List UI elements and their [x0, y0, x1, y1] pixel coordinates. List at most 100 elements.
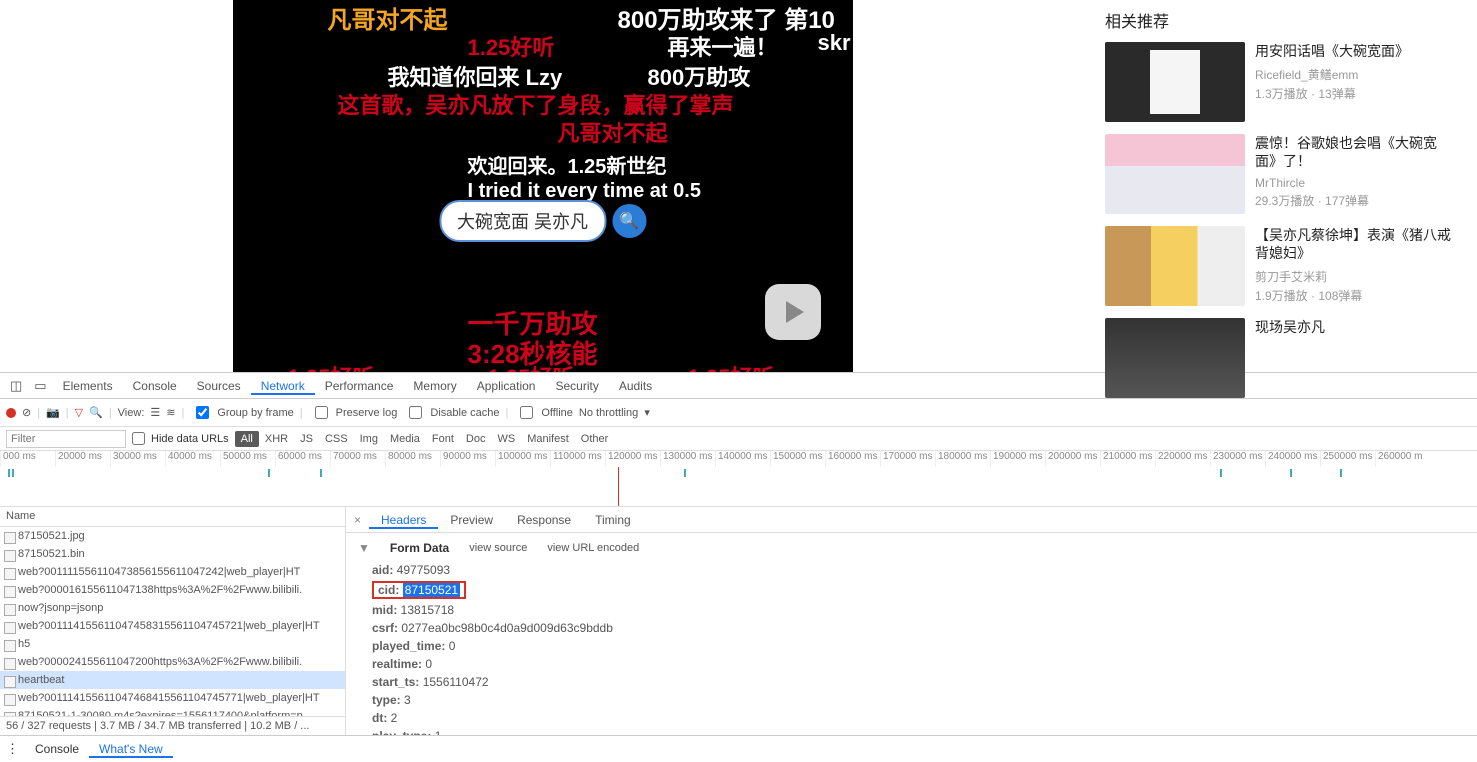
form-data-row-aid: aid: 49775093 [358, 561, 1465, 579]
offline-checkbox[interactable] [520, 406, 533, 419]
request-item[interactable]: now?jsonp=jsonp [0, 599, 345, 617]
view-url-encoded-link[interactable]: view URL encoded [547, 542, 639, 554]
rec-uploader: Ricefield_黄鳝emm [1255, 66, 1457, 83]
filter-type-js[interactable]: JS [294, 431, 319, 447]
danmaku-text: 1.25好听 [688, 360, 775, 372]
timeline-tick: 50000 ms [220, 451, 275, 467]
detail-tab-timing[interactable]: Timing [583, 513, 643, 527]
filter-type-doc[interactable]: Doc [460, 431, 492, 447]
devtools-tab-elements[interactable]: Elements [53, 379, 123, 393]
rec-thumbnail [1105, 42, 1245, 122]
collapse-icon[interactable]: ▼ [358, 541, 370, 555]
request-item[interactable]: 87150521-1-30080.m4s?expires=1556117400&… [0, 707, 345, 716]
request-item[interactable]: web?001114155611047458315561104745721|we… [0, 617, 345, 635]
devtools-tabs: ◫ ▭ ElementsConsoleSourcesNetworkPerform… [0, 373, 1477, 399]
devtools-tab-memory[interactable]: Memory [403, 379, 466, 393]
filter-type-font[interactable]: Font [426, 431, 460, 447]
drawer-menu-icon[interactable]: ⋮ [0, 741, 25, 757]
devtools-tab-application[interactable]: Application [467, 379, 546, 393]
request-item[interactable]: web?000016155611047138https%3A%2F%2Fwww.… [0, 581, 345, 599]
devtools-tab-console[interactable]: Console [123, 379, 187, 393]
timeline-tick: 110000 ms [550, 451, 605, 467]
request-item[interactable]: web?001114155611047468415561104745771|we… [0, 689, 345, 707]
timeline-tick: 140000 ms [715, 451, 770, 467]
recommendation-item[interactable]: 用安阳话唱《大碗宽面》 Ricefield_黄鳝emm 1.3万播放 · 13弹… [1105, 42, 1457, 122]
record-icon[interactable] [6, 408, 16, 418]
throttling-select[interactable]: No throttling ▾ [579, 406, 650, 419]
group-by-frame-checkbox[interactable] [196, 406, 209, 419]
danmaku-text: 1.25好听 [288, 360, 375, 372]
drawer-tab-what-s-new[interactable]: What's New [89, 742, 173, 758]
network-toolbar: ⊘ | 📷 | ▽ 🔍 | View: ☰ ≋ | Group by frame… [0, 399, 1477, 427]
request-item[interactable]: web?000024155611047200https%3A%2F%2Fwww.… [0, 653, 345, 671]
recommendation-item[interactable]: 震惊！谷歌娘也会唱《大碗宽面》了！ MrThircle 29.3万播放 · 17… [1105, 134, 1457, 214]
rec-title: 【吴亦凡蔡徐坤】表演《猪八戒背媳妇》 [1255, 226, 1457, 262]
form-data-row-dt: dt: 2 [358, 709, 1465, 727]
device-icon[interactable]: ▭ [28, 378, 52, 394]
view-label: View: [118, 407, 145, 419]
timeline-tick: 90000 ms [440, 451, 495, 467]
video-player[interactable]: 凡哥对不起800万助攻来了 第101.25好听再来一遍！skr我知道你回来 Lz… [233, 0, 853, 372]
drawer-tab-console[interactable]: Console [25, 742, 89, 756]
filter-type-manifest[interactable]: Manifest [521, 431, 575, 447]
timeline-tick: 230000 ms [1210, 451, 1265, 467]
detail-tab-response[interactable]: Response [505, 513, 583, 527]
offline-label: Offline [541, 407, 573, 419]
clear-icon[interactable]: ⊘ [22, 406, 31, 419]
danmaku-text: 凡哥对不起 [558, 116, 668, 148]
search-icon[interactable]: 🔍 [89, 406, 103, 419]
large-rows-icon[interactable]: ☰ [150, 406, 160, 419]
network-timeline[interactable]: 000 ms20000 ms30000 ms40000 ms50000 ms60… [0, 451, 1477, 507]
network-filter-row: Hide data URLs AllXHRJSCSSImgMediaFontDo… [0, 427, 1477, 451]
video-search-button[interactable]: 🔍 [612, 204, 646, 238]
timeline-tick: 120000 ms [605, 451, 660, 467]
filter-type-other[interactable]: Other [575, 431, 615, 447]
devtools-tab-network[interactable]: Network [251, 379, 315, 395]
filter-type-xhr[interactable]: XHR [259, 431, 294, 447]
filter-toggle-icon[interactable]: ▽ [75, 406, 83, 419]
devtools-tab-security[interactable]: Security [545, 379, 608, 393]
filter-type-css[interactable]: CSS [319, 431, 354, 447]
timeline-tick: 200000 ms [1045, 451, 1100, 467]
hide-data-urls-checkbox[interactable] [132, 432, 145, 445]
recommendation-item[interactable]: 【吴亦凡蔡徐坤】表演《猪八戒背媳妇》 剪刀手艾米莉 1.9万播放 · 108弹幕 [1105, 226, 1457, 306]
inspect-icon[interactable]: ◫ [4, 378, 28, 394]
disable-cache-label: Disable cache [430, 407, 499, 419]
request-item[interactable]: 87150521.bin [0, 545, 345, 563]
form-data-row-cid: cid: 87150521 [358, 579, 466, 601]
timeline-tick: 000 ms [0, 451, 55, 467]
disable-cache-checkbox[interactable] [409, 406, 422, 419]
filter-type-ws[interactable]: WS [491, 431, 521, 447]
danmaku-text: 欢迎回来。1.25新世纪 [468, 150, 667, 179]
play-button[interactable] [765, 284, 821, 340]
request-item[interactable]: web?001111556110473856155611047242|web_p… [0, 563, 345, 581]
timeline-tick: 150000 ms [770, 451, 825, 467]
request-list-header[interactable]: Name [0, 507, 345, 527]
preserve-log-label: Preserve log [336, 407, 398, 419]
capture-icon[interactable]: 📷 [46, 406, 60, 419]
request-item[interactable]: heartbeat [0, 671, 345, 689]
video-search-input[interactable]: 大碗宽面 吴亦凡 [439, 200, 606, 242]
devtools-tab-audits[interactable]: Audits [609, 379, 662, 393]
hide-data-urls-label: Hide data URLs [151, 433, 229, 445]
close-detail-icon[interactable]: × [346, 513, 369, 527]
view-source-link[interactable]: view source [469, 542, 527, 554]
form-data-row-realtime: realtime: 0 [358, 655, 1465, 673]
request-item[interactable]: 87150521.jpg [0, 527, 345, 545]
devtools-tab-performance[interactable]: Performance [315, 379, 404, 393]
timeline-tick: 180000 ms [935, 451, 990, 467]
request-item[interactable]: h5 [0, 635, 345, 653]
detail-tab-preview[interactable]: Preview [438, 513, 505, 527]
timeline-cursor[interactable] [618, 467, 619, 507]
devtools-tab-sources[interactable]: Sources [187, 379, 251, 393]
detail-tab-headers[interactable]: Headers [369, 513, 438, 529]
request-detail: × HeadersPreviewResponseTiming ▼ Form Da… [346, 507, 1477, 735]
filter-input[interactable] [6, 430, 126, 448]
preserve-log-checkbox[interactable] [315, 406, 328, 419]
related-sidebar: 相关推荐 用安阳话唱《大碗宽面》 Ricefield_黄鳝emm 1.3万播放 … [1085, 0, 1477, 372]
filter-type-media[interactable]: Media [384, 431, 426, 447]
danmaku-text: 1.25好听 [488, 360, 575, 372]
filter-type-all[interactable]: All [235, 431, 259, 447]
waterfall-icon[interactable]: ≋ [166, 406, 175, 419]
filter-type-img[interactable]: Img [354, 431, 384, 447]
